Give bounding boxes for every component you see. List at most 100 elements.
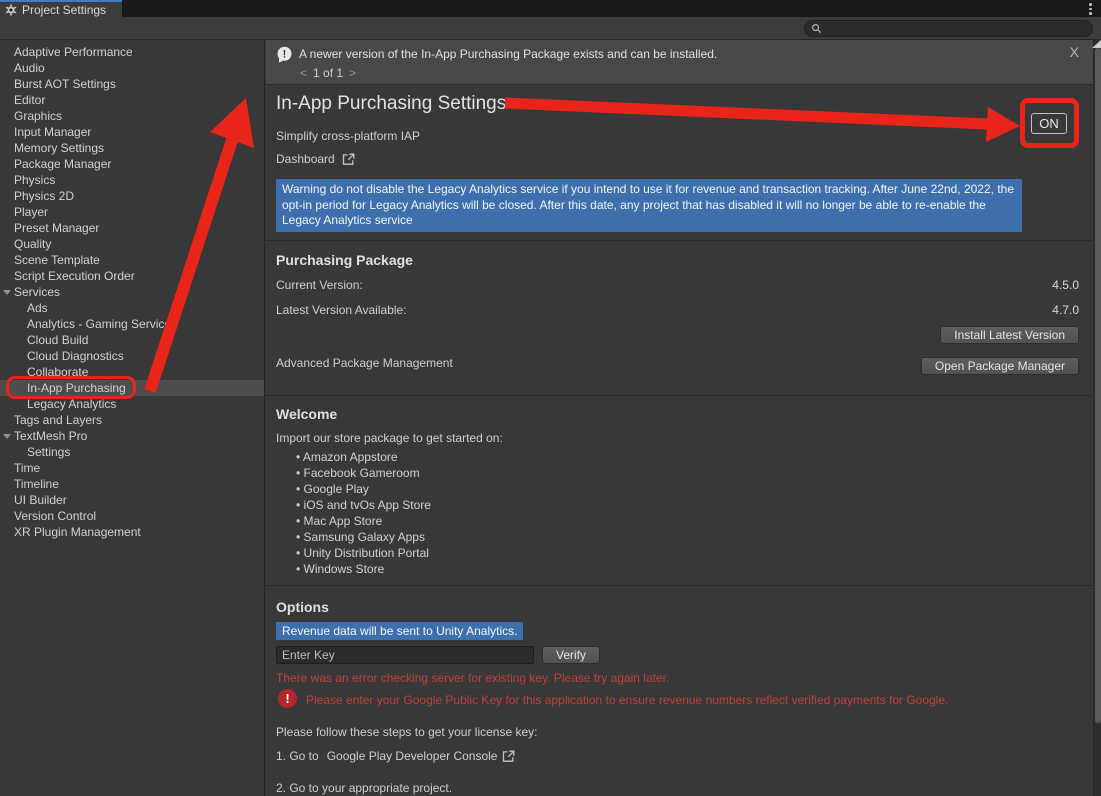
sidebar-item-textmesh-pro[interactable]: TextMesh Pro bbox=[0, 428, 264, 444]
sidebar-item-label: Timeline bbox=[0, 476, 59, 492]
sidebar-item-label: Collaborate bbox=[0, 364, 88, 380]
sidebar-item-label: Time bbox=[0, 460, 40, 476]
purchasing-package-header: Purchasing Package bbox=[276, 252, 413, 268]
latest-version-value: 4.7.0 bbox=[1052, 303, 1079, 317]
notification-pager: < 1 of 1 > bbox=[300, 66, 356, 80]
open-package-manager-button[interactable]: Open Package Manager bbox=[921, 357, 1079, 375]
external-link-icon bbox=[342, 153, 355, 166]
sidebar-item-label: Legacy Analytics bbox=[0, 396, 116, 412]
sidebar-item-label: UI Builder bbox=[0, 492, 67, 508]
sidebar-item-xr-plugin-management[interactable]: XR Plugin Management bbox=[0, 524, 264, 540]
title-bar: Project Settings bbox=[0, 0, 1101, 17]
sidebar-item-physics-2d[interactable]: Physics 2D bbox=[0, 188, 264, 204]
section-divider bbox=[266, 585, 1093, 586]
sidebar-item-cloud-build[interactable]: Cloud Build bbox=[0, 332, 264, 348]
scroll-up-arrow-icon[interactable] bbox=[1092, 40, 1101, 48]
sidebar-item-time[interactable]: Time bbox=[0, 460, 264, 476]
sidebar-item-audio[interactable]: Audio bbox=[0, 60, 264, 76]
sidebar-item-label: Package Manager bbox=[0, 156, 111, 172]
section-divider bbox=[266, 395, 1093, 396]
options-header: Options bbox=[276, 599, 329, 615]
sidebar-item-burst-aot-settings[interactable]: Burst AOT Settings bbox=[0, 76, 264, 92]
sidebar-item-settings[interactable]: Settings bbox=[0, 444, 264, 460]
enter-key-input[interactable] bbox=[276, 646, 534, 664]
sidebar-item-ads[interactable]: Ads bbox=[0, 300, 264, 316]
foldout-triangle-icon[interactable] bbox=[3, 434, 11, 439]
sidebar-item-adaptive-performance[interactable]: Adaptive Performance bbox=[0, 44, 264, 60]
store-list-item: Mac App Store bbox=[296, 513, 431, 529]
sidebar-item-quality[interactable]: Quality bbox=[0, 236, 264, 252]
pager-label: 1 of 1 bbox=[313, 66, 343, 80]
foldout-triangle-icon[interactable] bbox=[3, 290, 11, 295]
sidebar-item-cloud-diagnostics[interactable]: Cloud Diagnostics bbox=[0, 348, 264, 364]
vertical-scrollbar[interactable] bbox=[1093, 40, 1101, 796]
sidebar-item-label: Settings bbox=[0, 444, 70, 460]
iap-on-toggle[interactable]: ON bbox=[1031, 113, 1067, 134]
notification-close-button[interactable]: X bbox=[1070, 44, 1079, 60]
sidebar-item-graphics[interactable]: Graphics bbox=[0, 108, 264, 124]
sidebar-item-label: Input Manager bbox=[0, 124, 91, 140]
step-1: 1. Go to Google Play Developer Console bbox=[276, 749, 515, 763]
sidebar-item-label: Adaptive Performance bbox=[0, 44, 133, 60]
pager-next-button[interactable]: > bbox=[349, 66, 356, 80]
current-version-label: Current Version: bbox=[276, 278, 363, 292]
sidebar-item-label: Burst AOT Settings bbox=[0, 76, 116, 92]
store-list-item: Amazon Appstore bbox=[296, 449, 431, 465]
sidebar-item-package-manager[interactable]: Package Manager bbox=[0, 156, 264, 172]
google-play-console-link[interactable]: Google Play Developer Console bbox=[324, 749, 498, 763]
sidebar-item-legacy-analytics[interactable]: Legacy Analytics bbox=[0, 396, 264, 412]
dashboard-link-label: Dashboard bbox=[276, 152, 335, 166]
verify-button[interactable]: Verify bbox=[542, 646, 600, 664]
svg-text:!: ! bbox=[283, 49, 287, 61]
sidebar-item-label: Quality bbox=[0, 236, 51, 252]
dashboard-link[interactable]: Dashboard bbox=[276, 152, 355, 166]
legacy-analytics-warning: Warning do not disable the Legacy Analyt… bbox=[276, 179, 1022, 232]
install-latest-version-button[interactable]: Install Latest Version bbox=[940, 326, 1079, 344]
store-list-item: Unity Distribution Portal bbox=[296, 545, 431, 561]
window-title: Project Settings bbox=[22, 3, 106, 17]
sidebar-item-label: Tags and Layers bbox=[0, 412, 102, 428]
sidebar-item-version-control[interactable]: Version Control bbox=[0, 508, 264, 524]
search-input[interactable] bbox=[826, 23, 1076, 35]
key-check-error-text: There was an error checking server for e… bbox=[276, 671, 669, 685]
google-key-warning: Please enter your Google Public Key for … bbox=[306, 693, 1076, 707]
store-list: Amazon AppstoreFacebook GameroomGoogle P… bbox=[296, 449, 431, 577]
analytics-note: Revenue data will be sent to Unity Analy… bbox=[276, 622, 523, 640]
scrollbar-thumb[interactable] bbox=[1095, 48, 1101, 723]
sidebar-item-preset-manager[interactable]: Preset Manager bbox=[0, 220, 264, 236]
sidebar-item-label: Cloud Build bbox=[0, 332, 88, 348]
sidebar-item-label: Version Control bbox=[0, 508, 96, 524]
sidebar-item-script-execution-order[interactable]: Script Execution Order bbox=[0, 268, 264, 284]
sidebar-item-input-manager[interactable]: Input Manager bbox=[0, 124, 264, 140]
sidebar-item-label: TextMesh Pro bbox=[0, 428, 87, 444]
latest-version-label: Latest Version Available: bbox=[276, 303, 407, 317]
sidebar-item-label: XR Plugin Management bbox=[0, 524, 141, 540]
sidebar-item-scene-template[interactable]: Scene Template bbox=[0, 252, 264, 268]
sidebar-item-collaborate[interactable]: Collaborate bbox=[0, 364, 264, 380]
page-title: In-App Purchasing Settings bbox=[276, 93, 506, 115]
search-box[interactable] bbox=[804, 20, 1093, 37]
sidebar-item-in-app-purchasing[interactable]: In-App Purchasing bbox=[0, 380, 264, 396]
sidebar-item-label: Preset Manager bbox=[0, 220, 99, 236]
sidebar-item-editor[interactable]: Editor bbox=[0, 92, 264, 108]
welcome-header: Welcome bbox=[276, 406, 337, 422]
sidebar-item-timeline[interactable]: Timeline bbox=[0, 476, 264, 492]
sidebar-item-services[interactable]: Services bbox=[0, 284, 264, 300]
iap-settings-panel: ! A newer version of the In-App Purchasi… bbox=[266, 40, 1093, 796]
sidebar-item-label: Script Execution Order bbox=[0, 268, 135, 284]
store-list-item: Samsung Galaxy Apps bbox=[296, 529, 431, 545]
welcome-intro: Import our store package to get started … bbox=[276, 431, 503, 445]
console-info-icon: ! bbox=[276, 46, 293, 63]
pager-prev-button[interactable]: < bbox=[300, 66, 307, 80]
sidebar-item-player[interactable]: Player bbox=[0, 204, 264, 220]
settings-sidebar: Adaptive PerformanceAudioBurst AOT Setti… bbox=[0, 40, 265, 796]
settings-toolbar bbox=[0, 17, 1101, 40]
kebab-menu-icon[interactable] bbox=[1089, 3, 1093, 15]
tab-project-settings[interactable]: Project Settings bbox=[0, 0, 122, 17]
sidebar-item-memory-settings[interactable]: Memory Settings bbox=[0, 140, 264, 156]
sidebar-item-label: Player bbox=[0, 204, 48, 220]
sidebar-item-physics[interactable]: Physics bbox=[0, 172, 264, 188]
sidebar-item-analytics-gaming-services[interactable]: Analytics - Gaming Services bbox=[0, 316, 264, 332]
sidebar-item-tags-and-layers[interactable]: Tags and Layers bbox=[0, 412, 264, 428]
sidebar-item-ui-builder[interactable]: UI Builder bbox=[0, 492, 264, 508]
